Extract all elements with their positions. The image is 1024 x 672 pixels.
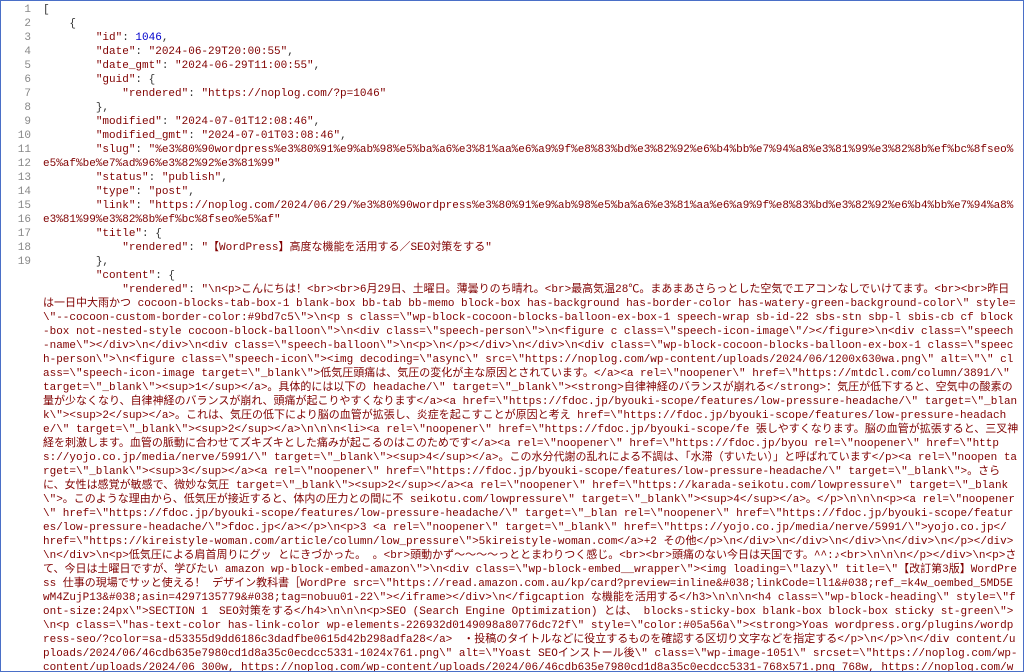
line-number: 3 xyxy=(1,31,39,45)
line-number: 5 xyxy=(1,59,39,73)
line-number: 4 xyxy=(1,45,39,59)
line-number: 2 xyxy=(1,17,39,31)
line-number: 14 xyxy=(1,185,39,199)
code-content[interactable]: [ { "id": 1046, "date": "2024-06-29T20:0… xyxy=(39,1,1023,671)
line-number: 1 xyxy=(1,3,39,17)
line-number: 15 xyxy=(1,199,39,213)
line-number: 9 xyxy=(1,115,39,129)
line-number: 13 xyxy=(1,171,39,185)
line-number: 10 xyxy=(1,129,39,143)
line-number: 18 xyxy=(1,241,39,255)
line-number: 17 xyxy=(1,227,39,241)
line-number-gutter: 12345678910111213141516171819 xyxy=(1,1,39,671)
line-number: 8 xyxy=(1,101,39,115)
line-number: 16 xyxy=(1,213,39,227)
line-number: 11 xyxy=(1,143,39,157)
line-number: 6 xyxy=(1,73,39,87)
json-viewer: 12345678910111213141516171819 [ { "id": … xyxy=(0,0,1024,672)
line-number: 19 xyxy=(1,255,39,269)
line-number: 12 xyxy=(1,157,39,171)
line-number: 7 xyxy=(1,87,39,101)
